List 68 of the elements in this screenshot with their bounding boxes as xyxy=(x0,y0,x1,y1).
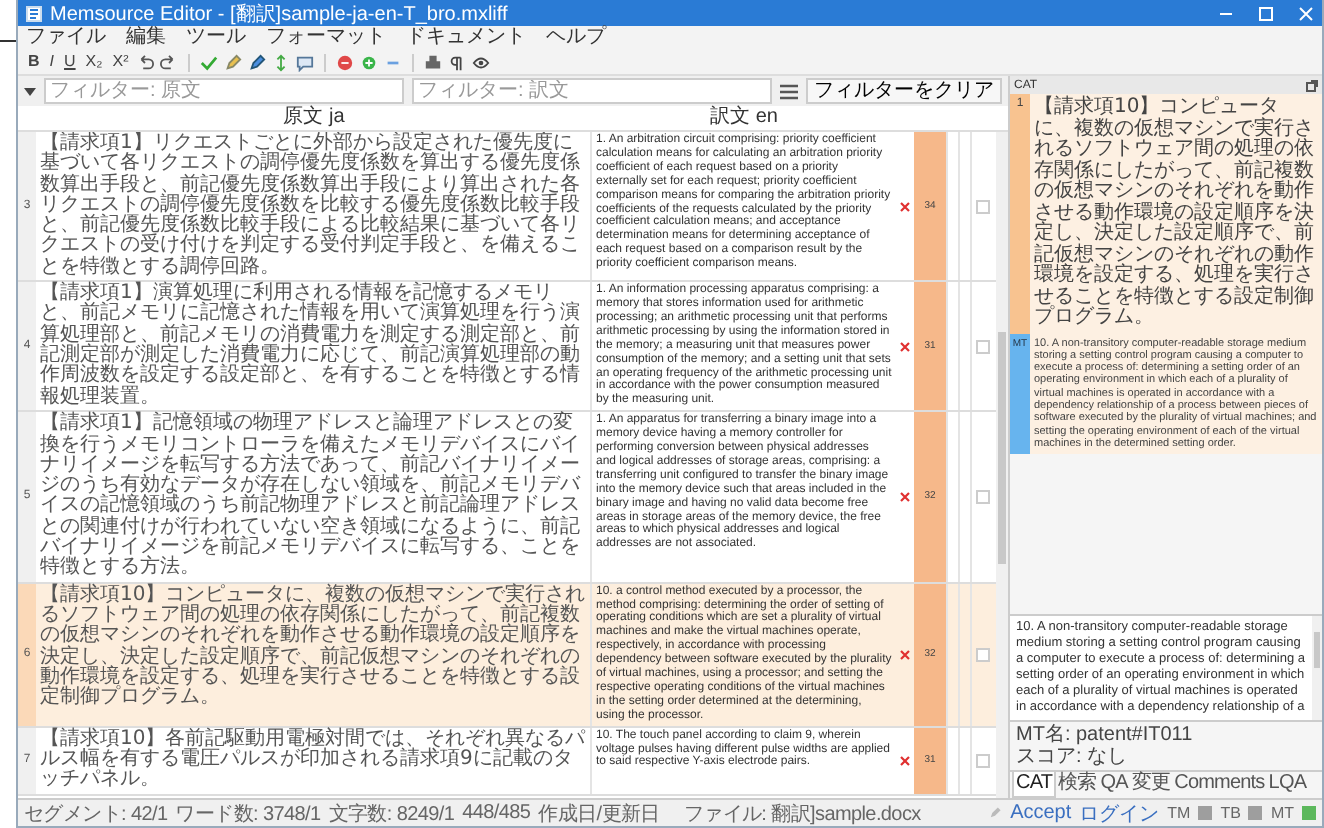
window-title: Memsource Editor - [翻訳]sample-ja-en-T_bro.mxliff xyxy=(50,1,508,26)
printer-icon[interactable] xyxy=(424,53,443,71)
scrollbar[interactable] xyxy=(1312,616,1322,720)
leader-line xyxy=(0,40,16,42)
status-item: 作成日/更新日 xyxy=(538,801,660,827)
status-item: 448/485 xyxy=(462,802,531,824)
accept-link[interactable]: Accept xyxy=(1010,802,1072,824)
panel-tab[interactable]: 検索 xyxy=(1056,772,1099,798)
undo-icon[interactable] xyxy=(136,53,155,71)
segment-row[interactable] xyxy=(18,282,996,413)
source-text: 【請求項1】演算処理に利用される情報を記憶するメモリと、前記メモリに記憶された情報を用いて演算処理を行う演算処理部と、前記メモリの消費電力を測定する測定部と、前記測定部が測定した消費電力に応じて、前記演算処理部の動作周波数を設定する設定部と、を有することを特徴とする情報処理装置。 xyxy=(40,284,582,408)
confirm-checkbox[interactable] xyxy=(975,647,989,662)
format-button[interactable]: I xyxy=(47,52,57,72)
app-icon xyxy=(26,5,42,21)
source-text: 【請求項10】コンピュータに、複数の仮想マシンで実行されるソフトウェア間の処理の依存関係にしたがって、前記複数の仮想マシンのそれぞれを動作させる動作環境の設定順序を決定し、決定した設定順序で、前記仮想マシンのそれぞれの動作環境を設定する、処理を実行させることを特徴とする設定制御プログラム。 xyxy=(40,585,586,709)
menu-item[interactable]: ファイル xyxy=(26,26,106,50)
panel-tab[interactable]: QA xyxy=(1098,772,1130,798)
stop-icon[interactable] xyxy=(336,53,355,71)
menu-item[interactable]: ヘルプ xyxy=(546,26,606,50)
menu-item[interactable]: フォーマット xyxy=(266,26,386,50)
eye-icon[interactable] xyxy=(472,53,491,71)
maximize-icon[interactable] xyxy=(1258,5,1274,21)
panel-tab[interactable]: LQA xyxy=(1266,772,1309,798)
column-header: 訳文 en xyxy=(708,106,780,130)
list-icon[interactable] xyxy=(780,83,798,99)
source-text: 【請求項1】記憶領域の物理アドレスと論理アドレスとの変換を行うメモリコントローラを備えたメモリデバイスにバイナリイメージを転写する方法であって、前記バイナリイメージのうち有効なデータが存在しない領域を、前記メモリデバイスの記憶領域のうち前記物理アドレスと前記論理アドレスとの関連付けが行われていない空き領域になるように、前記バイナリイメージを前記メモリデバイスに転写する、ことを特徴とする方法。 xyxy=(40,414,583,580)
check-icon[interactable] xyxy=(200,53,219,71)
clear-filter-button[interactable]: フィルターをクリア xyxy=(806,78,1002,104)
segment-row[interactable] xyxy=(18,727,996,796)
match-source-text: 【請求項10】コンピュータに、複数の仮想マシンで実行されるソフトウェア間の処理の依存関係にしたがって、前記複数の仮想マシンのそれぞれを動作させる動作環境の設定順序を決定し、決定した設定順序で、前記仮想マシンのそれぞれの動作環境を設定する、処理を実行させることを特徴とする設定制御プログラム。 xyxy=(1030,94,1322,333)
redo-icon[interactable] xyxy=(160,53,179,71)
status-item: セグメント: 42/1 xyxy=(24,801,168,827)
pilcrow-icon[interactable] xyxy=(448,53,467,71)
login-link[interactable]: ログイン xyxy=(1079,799,1160,827)
close-icon[interactable] xyxy=(1298,5,1314,21)
confirm-checkbox[interactable] xyxy=(975,339,989,354)
column-header: 原文 ja xyxy=(281,106,347,130)
source-text: 【請求項10】各前記駆動用電極対間では、それぞれ異なるパルス幅を有する電圧パルスが印加される請求項9に記載のタッチパネル。 xyxy=(40,729,586,792)
menu-item[interactable]: 編集 xyxy=(126,26,166,50)
confirm-checkbox[interactable] xyxy=(975,489,989,504)
menu-item[interactable]: ツール xyxy=(186,26,246,50)
confirm-checkbox[interactable] xyxy=(975,199,989,214)
panel-tab[interactable]: CAT xyxy=(1012,772,1057,798)
score-label: スコア: なし xyxy=(1016,746,1130,768)
indicator-label: TB xyxy=(1220,804,1241,822)
segment-row[interactable] xyxy=(18,412,996,584)
dropdown-icon[interactable] xyxy=(24,85,36,97)
segment-row[interactable] xyxy=(18,132,996,283)
popout-icon[interactable] xyxy=(1306,79,1318,91)
panel-tab[interactable]: 変更 xyxy=(1129,772,1173,798)
indicator-label: MT xyxy=(1270,804,1294,822)
confirm-checkbox[interactable] xyxy=(975,753,989,768)
scrollbar[interactable] xyxy=(996,132,1008,798)
indicator-label: TM xyxy=(1167,804,1191,822)
format-button[interactable]: X₂ xyxy=(83,52,105,72)
plus-icon[interactable] xyxy=(360,53,379,71)
format-button[interactable]: U xyxy=(62,52,78,72)
format-button[interactable]: X² xyxy=(110,52,131,72)
status-item: 文字数: 8249/1 xyxy=(328,801,455,827)
file-name: ファイル: 翻訳]sample.docx xyxy=(683,801,921,827)
format-button[interactable]: B xyxy=(26,52,42,72)
segment-row[interactable] xyxy=(18,583,996,728)
panel-tab[interactable]: Comments xyxy=(1172,772,1267,798)
mt-name: MT名: patent#IT011 xyxy=(1016,724,1195,746)
pencil-icon xyxy=(988,806,1003,820)
menu-item[interactable]: ドキュメント xyxy=(406,26,526,50)
comment-icon[interactable] xyxy=(296,53,315,71)
status-item: ワード数: 3748/1 xyxy=(175,801,321,827)
